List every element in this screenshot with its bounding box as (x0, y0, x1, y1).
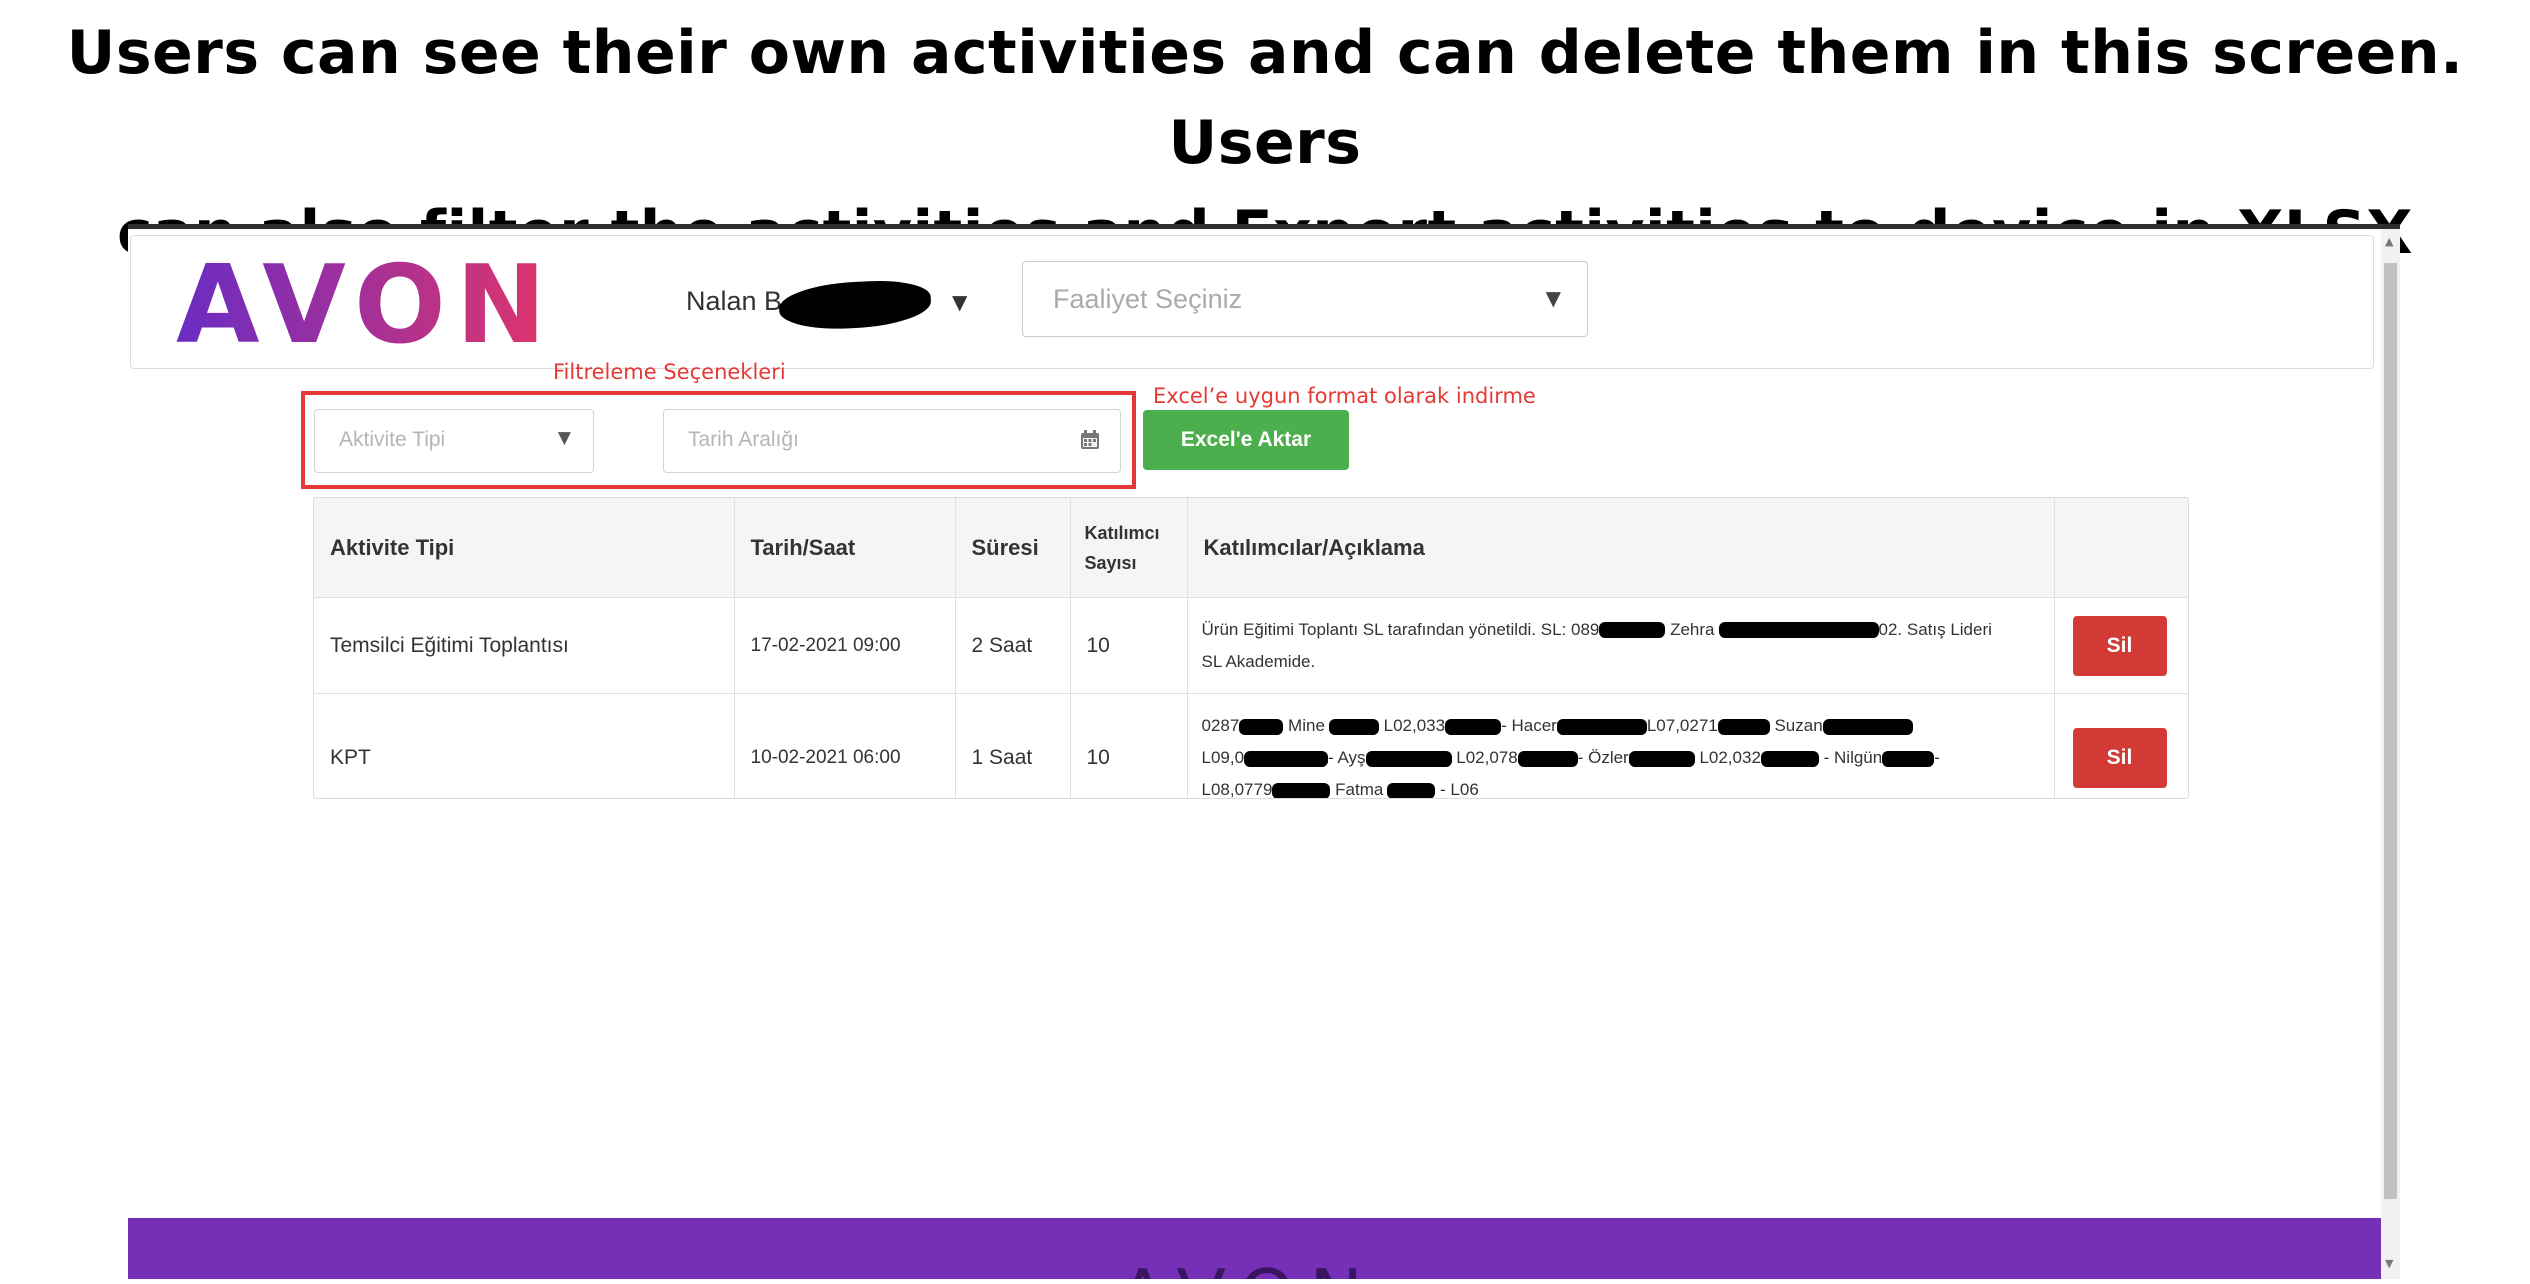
redaction-mark (1628, 750, 1695, 767)
excel-export-annotation: Excel’e uygun format olarak indirme (1153, 384, 1536, 408)
footer-band: AVON (128, 1218, 2381, 1279)
activity-select-placeholder: Faaliyet Seçiniz (1053, 284, 1243, 314)
cell-actions: Sil (2054, 694, 2188, 799)
column-header-activity-type[interactable]: Aktivite Tipi (314, 498, 735, 598)
redaction-mark (1556, 718, 1647, 735)
vertical-scrollbar[interactable]: ▲ ▼ (2381, 229, 2400, 1279)
redaction-mark (1717, 718, 1770, 735)
table-row: KPT 10-02-2021 06:00 1 Saat 10 0287 Mine… (314, 693, 2188, 799)
top-header: AVON Nalan B ▼ Faaliyet Seçiniz ▼ (130, 235, 2374, 369)
cell-datetime: 10-02-2021 06:00 (734, 693, 956, 798)
activity-type-placeholder: Aktivite Tipi (339, 428, 446, 451)
redaction-mark (1328, 718, 1379, 735)
svg-text:AVON: AVON (176, 256, 556, 354)
cell-activity-type: KPT (314, 693, 735, 798)
table-row: Temsilci Eğitimi Toplantısı 17-02-2021 0… (314, 597, 2188, 694)
column-header-duration[interactable]: Süresi (955, 498, 1071, 598)
cell-duration: 2 Saat (955, 597, 1071, 694)
redaction-mark (1239, 718, 1284, 735)
footer-avon-logo: AVON (1118, 1254, 1377, 1279)
column-header-participants-description[interactable]: Katılımcılar/Açıklama (1187, 498, 2055, 598)
redaction-mark (777, 278, 933, 332)
redaction-mark (1272, 782, 1331, 798)
export-excel-button[interactable]: Excel'e Aktar (1143, 410, 1349, 470)
app-screenshot: AVON Nalan B ▼ Faaliyet Seçiniz ▼ Filtre… (128, 224, 2400, 1279)
delete-button[interactable]: Sil (2072, 728, 2167, 788)
date-range-placeholder: Tarih Aralığı (688, 428, 799, 451)
cell-description: 0287 Mine L02,033- Hacer L07,0271 Suzan L… (1187, 693, 2055, 798)
calendar-icon (1081, 430, 1099, 449)
delete-button[interactable]: Sil (2072, 615, 2167, 676)
redaction-mark (1387, 782, 1436, 798)
scroll-up-arrow-icon[interactable]: ▲ (2385, 235, 2393, 248)
caption-line-1: Users can see their own activities and c… (66, 18, 2464, 178)
user-name[interactable]: Nalan B (686, 286, 782, 317)
redaction-mark (1599, 622, 1666, 639)
redaction-mark (1365, 750, 1452, 767)
scroll-down-arrow-icon[interactable]: ▼ (2385, 1257, 2393, 1270)
redaction-mark (1445, 718, 1502, 735)
scrollbar-thumb[interactable] (2384, 263, 2397, 1199)
cell-participant-count: 10 (1070, 597, 1188, 694)
user-menu-caret-icon[interactable]: ▼ (952, 290, 967, 314)
column-header-actions (2054, 498, 2188, 598)
chevron-down-icon: ▼ (1545, 286, 1561, 310)
redaction-mark (1822, 718, 1913, 735)
column-header-datetime[interactable]: Tarih/Saat (734, 498, 956, 598)
activity-type-filter[interactable]: Aktivite Tipi ▼ (314, 409, 594, 473)
avon-logo: AVON (176, 256, 556, 354)
date-range-input[interactable]: Tarih Aralığı (663, 409, 1121, 473)
activity-select[interactable]: Faaliyet Seçiniz ▼ (1022, 261, 1588, 337)
filter-options-annotation: Filtreleme Seçenekleri (553, 360, 786, 384)
redaction-mark (1718, 622, 1879, 639)
table-header-row: Aktivite Tipi Tarih/Saat Süresi Katılımc… (314, 498, 2188, 598)
cell-participant-count: 10 (1070, 693, 1188, 798)
cell-datetime: 17-02-2021 09:00 (734, 597, 956, 694)
column-header-participant-count[interactable]: Katılımcı Sayısı (1070, 498, 1188, 598)
redaction-mark (1244, 750, 1329, 767)
redaction-mark (1517, 750, 1578, 767)
cell-actions: Sil (2054, 597, 2188, 694)
redaction-mark (1882, 750, 1935, 767)
cell-description: Ürün Eğitimi Toplantı SL tarafından yöne… (1187, 597, 2055, 694)
redaction-mark (1760, 750, 1819, 767)
cell-duration: 1 Saat (955, 693, 1071, 798)
cell-activity-type: Temsilci Eğitimi Toplantısı (314, 597, 735, 694)
chevron-down-icon: ▼ (557, 428, 571, 448)
activities-table: Aktivite Tipi Tarih/Saat Süresi Katılımc… (313, 497, 2189, 799)
